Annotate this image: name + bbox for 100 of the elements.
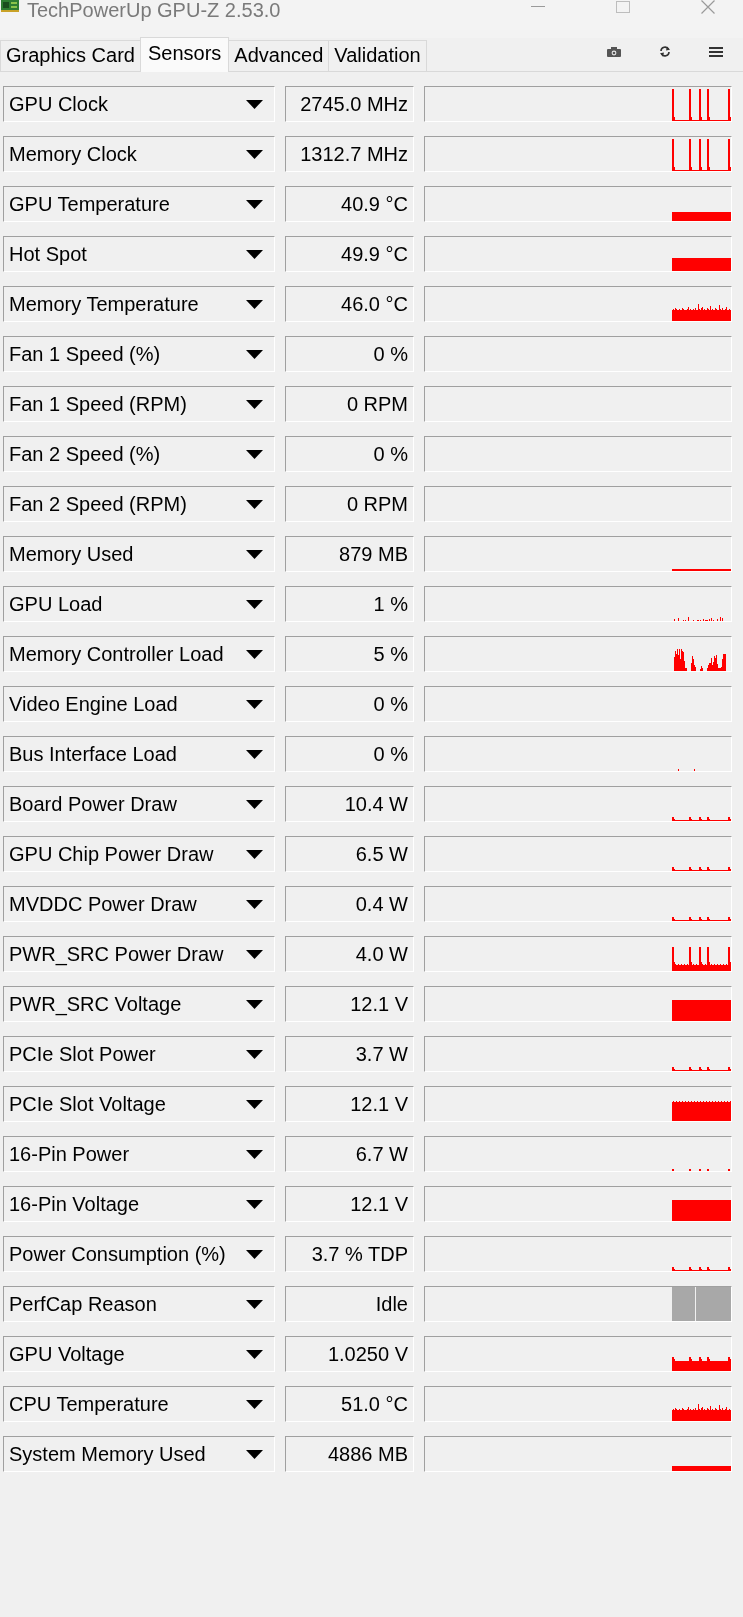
sparkline: [674, 617, 723, 621]
sparkline: [672, 867, 731, 871]
sensor-dropdown[interactable]: Fan 1 Speed (%): [3, 336, 275, 372]
sensor-dropdown[interactable]: PerfCap Reason: [3, 1286, 275, 1322]
caret-icon: [246, 1349, 263, 1359]
caret-icon: [246, 199, 263, 209]
sensor-reading: 12.1 V: [285, 1186, 414, 1222]
sensor-dropdown[interactable]: MVDDC Power Draw: [3, 886, 275, 922]
sensor-dropdown[interactable]: Fan 2 Speed (%): [3, 436, 275, 472]
close-icon[interactable]: [701, 0, 715, 14]
sensor-reading: Idle: [285, 1286, 414, 1322]
caret-icon: [246, 799, 263, 809]
sensor-dropdown[interactable]: GPU Chip Power Draw: [3, 836, 275, 872]
caret-icon: [246, 149, 263, 159]
app-icon: [1, 0, 19, 12]
sensor-dropdown[interactable]: Fan 2 Speed (RPM): [3, 486, 275, 522]
sparkline: [672, 1000, 731, 1021]
sensor-dropdown[interactable]: Fan 1 Speed (RPM): [3, 386, 275, 422]
sensor-reading: 3.7 W: [285, 1036, 414, 1072]
caret-icon: [246, 849, 263, 859]
sparkline: [672, 1357, 731, 1371]
sensor-reading: 46.0 °C: [285, 286, 414, 322]
sensor-reading: 12.1 V: [285, 1086, 414, 1122]
caret-icon: [246, 1049, 263, 1059]
sensor-reading: 1.0250 V: [285, 1336, 414, 1372]
refresh-icon[interactable]: [659, 46, 671, 57]
sparkline: [672, 569, 731, 571]
sensor-reading: 6.5 W: [285, 836, 414, 872]
sensor-dropdown[interactable]: Memory Controller Load: [3, 636, 275, 672]
sensor-reading: 0 RPM: [285, 486, 414, 522]
tab[interactable]: Sensors: [139, 37, 230, 72]
sensor-dropdown[interactable]: Power Consumption (%): [3, 1236, 275, 1272]
caret-icon: [246, 699, 263, 709]
sensor-reading: 0 %: [285, 736, 414, 772]
caret-icon: [246, 949, 263, 959]
sensor-dropdown[interactable]: Hot Spot: [3, 236, 275, 272]
sensor-reading: 0 %: [285, 336, 414, 372]
sensor-reading: 4.0 W: [285, 936, 414, 972]
caret-icon: [246, 499, 263, 509]
caret-icon: [246, 1449, 263, 1459]
caret-icon: [246, 1149, 263, 1159]
caret-icon: [246, 449, 263, 459]
sparkline: [672, 258, 731, 271]
sparkline: [672, 1466, 731, 1471]
sensor-dropdown[interactable]: GPU Load: [3, 586, 275, 622]
caret-icon: [246, 249, 263, 259]
tab[interactable]: Validation: [328, 40, 427, 71]
caret-icon: [246, 349, 263, 359]
caret-icon: [246, 599, 263, 609]
sparkline: [672, 304, 731, 321]
sensor-reading: 0.4 W: [285, 886, 414, 922]
sparkline: [672, 917, 731, 921]
sparkline: [674, 649, 726, 671]
sparkline: [672, 89, 731, 121]
sparkline: [672, 1404, 731, 1421]
menu-icon[interactable]: [709, 46, 723, 57]
sensor-dropdown[interactable]: GPU Clock: [3, 86, 275, 122]
sensor-reading: 879 MB: [285, 536, 414, 572]
sensor-dropdown[interactable]: Memory Used: [3, 536, 275, 572]
sensor-dropdown[interactable]: GPU Voltage: [3, 1336, 275, 1372]
sensor-dropdown[interactable]: PCIe Slot Power: [3, 1036, 275, 1072]
sensor-dropdown[interactable]: PCIe Slot Voltage: [3, 1086, 275, 1122]
caret-icon: [246, 1299, 263, 1309]
sensor-reading: 49.9 °C: [285, 236, 414, 272]
sparkline: [672, 1101, 731, 1121]
tab[interactable]: Graphics Card: [0, 40, 141, 71]
sensor-dropdown[interactable]: Bus Interface Load: [3, 736, 275, 772]
sensor-reading: 3.7 % TDP: [285, 1236, 414, 1272]
caret-icon: [246, 649, 263, 659]
sensor-reading: 51.0 °C: [285, 1386, 414, 1422]
sensor-reading: 6.7 W: [285, 1136, 414, 1172]
sparkline: [672, 1200, 731, 1221]
sensor-dropdown[interactable]: 16-Pin Voltage: [3, 1186, 275, 1222]
sensor-dropdown[interactable]: Board Power Draw: [3, 786, 275, 822]
sensor-dropdown[interactable]: Memory Clock: [3, 136, 275, 172]
sensor-dropdown[interactable]: PWR_SRC Power Draw: [3, 936, 275, 972]
caret-icon: [246, 999, 263, 1009]
camera-icon[interactable]: [607, 46, 621, 57]
sensor-reading: 10.4 W: [285, 786, 414, 822]
caret-icon: [246, 399, 263, 409]
sensor-dropdown[interactable]: System Memory Used: [3, 1436, 275, 1472]
caret-icon: [246, 749, 263, 759]
sensor-dropdown[interactable]: Video Engine Load: [3, 686, 275, 722]
sensor-reading: 0 %: [285, 436, 414, 472]
sensor-dropdown[interactable]: 16-Pin Power: [3, 1136, 275, 1172]
sparkline: [672, 947, 731, 971]
sparkline: [672, 1067, 731, 1071]
window-title: TechPowerUp GPU-Z 2.53.0: [27, 0, 281, 20]
sensor-reading: 2745.0 MHz: [285, 86, 414, 122]
sensor-reading: 1312.7 MHz: [285, 136, 414, 172]
sensor-reading: 5 %: [285, 636, 414, 672]
sensor-reading: 0 %: [285, 686, 414, 722]
sensor-dropdown[interactable]: Memory Temperature: [3, 286, 275, 322]
caret-icon: [246, 1099, 263, 1109]
caret-icon: [246, 1399, 263, 1409]
sensor-dropdown[interactable]: CPU Temperature: [3, 1386, 275, 1422]
caret-icon: [246, 1199, 263, 1209]
sensor-dropdown[interactable]: PWR_SRC Voltage: [3, 986, 275, 1022]
sensor-dropdown[interactable]: GPU Temperature: [3, 186, 275, 222]
caret-icon: [246, 1249, 263, 1259]
